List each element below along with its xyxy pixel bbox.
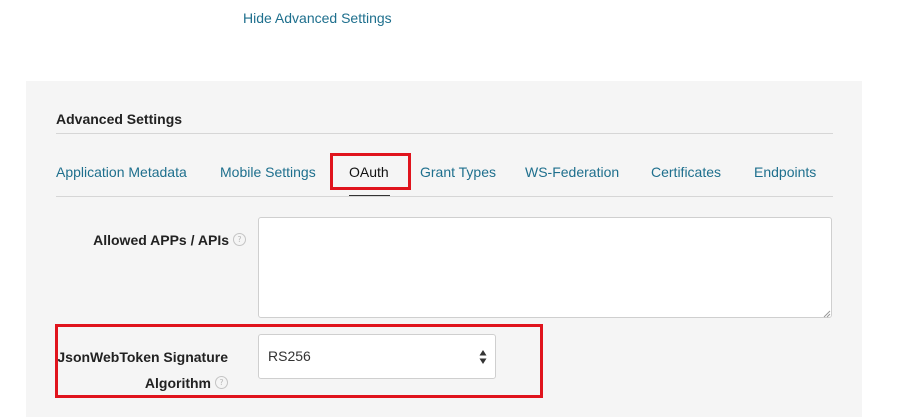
tab-ws-federation[interactable]: WS-Federation — [525, 153, 619, 191]
section-title: Advanced Settings — [56, 111, 183, 127]
tab-endpoints[interactable]: Endpoints — [754, 153, 816, 191]
jwt-algorithm-selected-value: RS256 — [268, 348, 311, 364]
question-circle-icon[interactable]: ? — [215, 376, 228, 389]
advanced-settings-panel: Advanced Settings Application Metadata M… — [26, 81, 862, 417]
divider — [56, 196, 833, 197]
tab-mobile-settings[interactable]: Mobile Settings — [220, 153, 316, 191]
hide-advanced-settings-link[interactable]: Hide Advanced Settings — [243, 10, 392, 26]
jwt-algorithm-select[interactable]: RS256 — [258, 334, 496, 379]
divider — [56, 133, 833, 134]
up-down-arrows-icon — [479, 350, 487, 364]
jwt-signature-label: JsonWebToken Signature Algorithm? — [46, 349, 228, 391]
tab-application-metadata[interactable]: Application Metadata — [56, 153, 187, 191]
tab-bar: Application Metadata Mobile Settings OAu… — [56, 153, 833, 197]
jwt-signature-label-line2-row: Algorithm? — [46, 375, 228, 391]
allowed-apps-textarea[interactable] — [258, 217, 832, 318]
allowed-apps-label: Allowed APPs / APIs? — [46, 232, 246, 248]
tab-grant-types[interactable]: Grant Types — [420, 153, 496, 191]
question-circle-icon[interactable]: ? — [233, 233, 246, 246]
tab-oauth[interactable]: OAuth — [349, 153, 389, 191]
jwt-signature-label-line1: JsonWebToken Signature — [57, 349, 228, 365]
jwt-signature-label-line2: Algorithm — [144, 375, 211, 391]
allowed-apps-label-text: Allowed APPs / APIs — [93, 232, 229, 248]
tab-certificates[interactable]: Certificates — [651, 153, 721, 191]
